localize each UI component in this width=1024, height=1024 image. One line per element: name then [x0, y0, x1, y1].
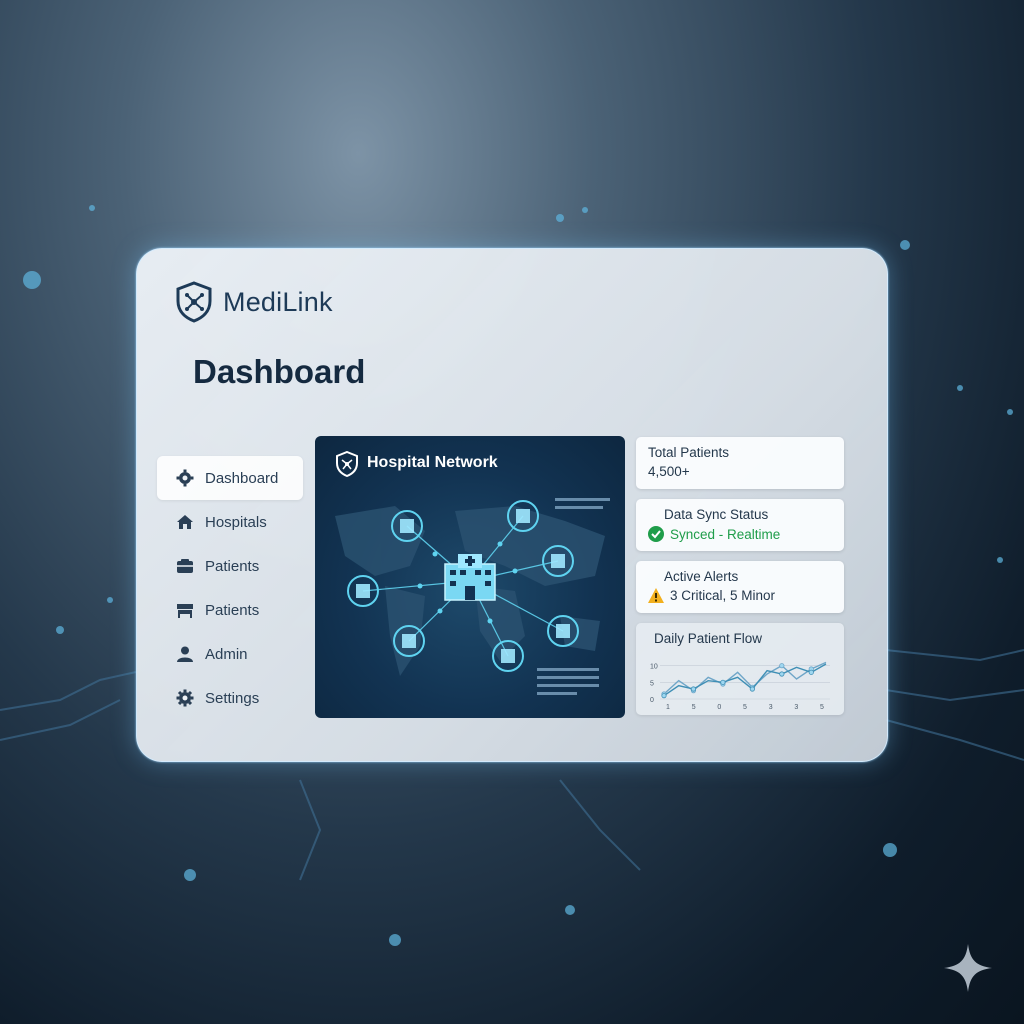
user-icon [175, 644, 195, 664]
bed-icon [175, 600, 195, 620]
sidebar: Dashboard Hospitals Patients Patients Ad… [157, 456, 303, 720]
active-alerts-card[interactable]: Active Alerts 3 Critical, 5 Minor [636, 561, 844, 613]
x-tick-label: 0 [717, 704, 721, 711]
sidebar-item-label: Settings [205, 689, 260, 707]
card-title: Active Alerts [664, 569, 739, 584]
alerts-row: 3 Critical, 5 Minor [648, 588, 832, 603]
sidebar-item-label: Dashboard [205, 469, 279, 487]
app-logo: MediLink [175, 281, 333, 323]
data-point [690, 686, 697, 692]
x-tick-label: 1 [666, 704, 670, 711]
data-sync-card[interactable]: Data Sync Status Synced - Realtime [636, 499, 844, 551]
sparkle-icon [944, 944, 992, 992]
home-icon [175, 512, 195, 532]
x-tick-label: 5 [743, 704, 747, 711]
stats-cards: Total Patients 4,500+ Data Sync Status S… [636, 437, 844, 715]
data-point [808, 669, 814, 675]
check-circle-icon [648, 526, 664, 542]
shield-logo-icon [176, 281, 212, 323]
card-title: Total Patients [648, 445, 730, 460]
sidebar-item-hospitals[interactable]: Hospitals [157, 500, 303, 544]
data-point [661, 693, 667, 699]
network-map [335, 498, 610, 695]
card-title: Data Sync Status [664, 507, 769, 522]
alerts-value: 3 Critical, 5 Minor [670, 588, 776, 603]
dashboard-panel: MediLink Dashboard Dashboard Hospitals P… [136, 248, 888, 762]
daily-patient-flow-card[interactable]: Daily Patient Flow 10 5 0 1 5 0 5 3 3 5 [636, 623, 844, 715]
sidebar-item-label: Patients [205, 557, 260, 575]
sidebar-item-dashboard[interactable]: Dashboard [157, 456, 303, 500]
sidebar-item-patients[interactable]: Patients [157, 544, 303, 588]
data-point [749, 686, 755, 692]
daily-patient-flow-chart: 10 5 0 1 5 0 5 3 3 5 [650, 661, 830, 711]
y-tick-label: 0 [650, 697, 654, 704]
sidebar-item-patients-beds[interactable]: Patients [157, 588, 303, 632]
total-patients-card[interactable]: Total Patients 4,500+ [636, 437, 844, 489]
series-line [663, 661, 827, 695]
data-point [779, 671, 785, 677]
gear-icon [175, 688, 195, 708]
x-tick-label: 3 [794, 704, 798, 711]
hospital-network-panel[interactable]: Hospital Network [315, 436, 625, 718]
y-tick-label: 10 [650, 664, 658, 671]
y-tick-label: 5 [650, 680, 654, 687]
data-point [779, 663, 785, 669]
hospital-icon [444, 554, 496, 601]
sync-status-value: Synced - Realtime [670, 526, 781, 542]
x-tick-label: 5 [820, 704, 824, 711]
sidebar-item-label: Hospitals [205, 513, 267, 531]
total-patients-value: 4,500+ [648, 464, 690, 479]
sidebar-item-admin[interactable]: Admin [157, 632, 303, 676]
warning-icon [648, 588, 664, 603]
sidebar-item-label: Admin [205, 645, 248, 663]
page-title: Dashboard [193, 353, 366, 390]
x-tick-label: 5 [692, 704, 696, 711]
folder-icon [175, 556, 195, 576]
gear-icon [175, 468, 195, 488]
sidebar-item-settings[interactable]: Settings [157, 676, 303, 720]
sidebar-item-label: Patients [205, 601, 260, 619]
app-name: MediLink [223, 286, 333, 317]
data-point [720, 679, 726, 685]
x-tick-label: 3 [769, 704, 773, 711]
sync-status-row: Synced - Realtime [648, 526, 832, 542]
